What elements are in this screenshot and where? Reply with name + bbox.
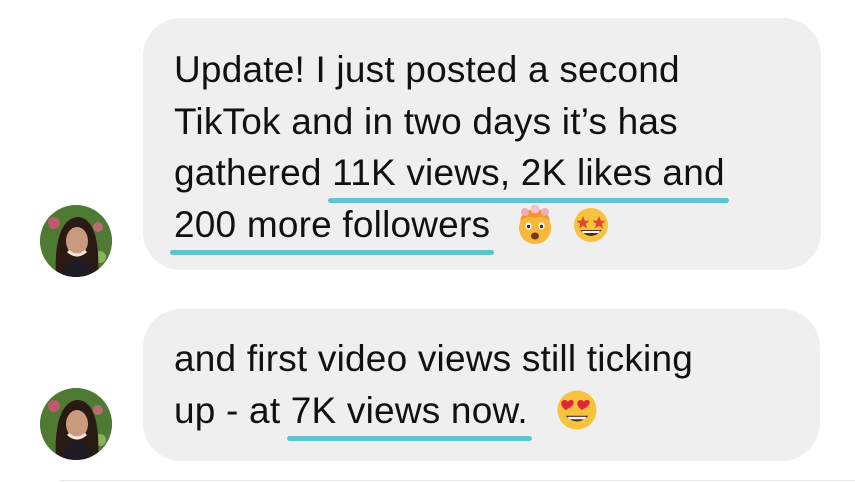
avatar-photo <box>40 205 112 277</box>
chat-thread: Update! I just posted a second TikTok an… <box>0 0 855 483</box>
highlighted-followers: 200 more followers <box>169 199 495 255</box>
sender-avatar[interactable] <box>40 205 112 277</box>
exploding-head-emoji <box>518 205 551 244</box>
message-bubble[interactable]: Update! I just posted a second TikTok an… <box>143 18 821 270</box>
message-text-line: gathered 11K views, 2K likes and <box>174 147 729 203</box>
heart-eyes-emoji <box>557 390 597 430</box>
avatar-photo <box>40 388 112 460</box>
star-struck-emoji <box>574 208 609 242</box>
divider <box>60 480 855 481</box>
message-text-line: up - at 7K views now. <box>174 385 600 441</box>
message-text: gathered <box>174 152 333 193</box>
message-text: up - at <box>174 390 291 431</box>
highlighted-stats: 11K views, 2K likes and <box>328 147 729 203</box>
message-bubble[interactable]: and first video views still ticking up -… <box>143 309 820 461</box>
sender-avatar[interactable] <box>40 388 112 460</box>
message-text-line: 200 more followers <box>169 199 611 255</box>
message-text-line: TikTok and in two days it’s has <box>174 101 678 142</box>
highlighted-views: 7K views now. <box>286 385 532 441</box>
message-text-line: Update! I just posted a second <box>174 49 680 90</box>
message-text-line: and first video views still ticking <box>174 338 694 379</box>
